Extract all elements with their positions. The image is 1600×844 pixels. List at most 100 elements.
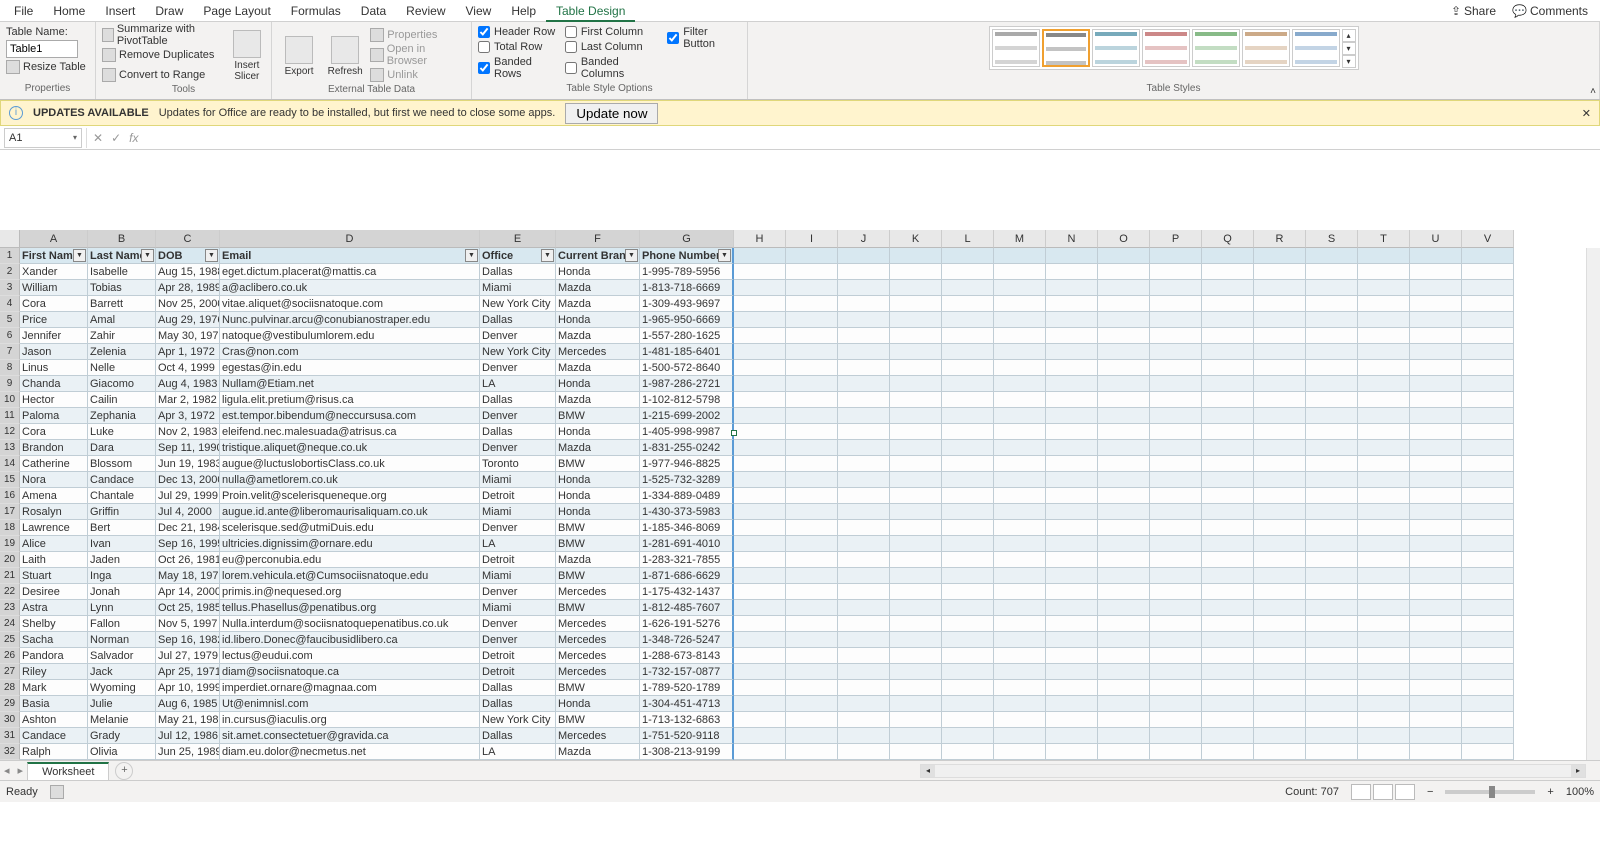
table-cell[interactable]: 1-185-346-8069: [640, 520, 734, 536]
table-cell[interactable]: BMW: [556, 520, 640, 536]
cell[interactable]: [1150, 584, 1202, 600]
cell[interactable]: [1202, 424, 1254, 440]
cell[interactable]: [1098, 424, 1150, 440]
row-header[interactable]: 24: [0, 616, 20, 632]
cell[interactable]: [1462, 440, 1514, 456]
cell[interactable]: [786, 712, 838, 728]
filter-dropdown-button[interactable]: ▼: [625, 249, 638, 262]
cell[interactable]: [734, 744, 786, 760]
cell[interactable]: [1462, 280, 1514, 296]
cell[interactable]: [1150, 392, 1202, 408]
table-cell[interactable]: Honda: [556, 264, 640, 280]
table-cell[interactable]: Detroit: [480, 664, 556, 680]
cell[interactable]: [1306, 616, 1358, 632]
cell[interactable]: [1410, 296, 1462, 312]
cell[interactable]: [786, 456, 838, 472]
table-cell[interactable]: Dallas: [480, 424, 556, 440]
table-cell[interactable]: Chanda: [20, 376, 88, 392]
table-cell[interactable]: Oct 4, 1999: [156, 360, 220, 376]
cell[interactable]: [1150, 648, 1202, 664]
cell[interactable]: [1098, 648, 1150, 664]
cell[interactable]: [1046, 296, 1098, 312]
cell[interactable]: [734, 600, 786, 616]
cell[interactable]: [1150, 664, 1202, 680]
table-cell[interactable]: ligula.elit.pretium@risus.ca: [220, 392, 480, 408]
cell[interactable]: [1254, 328, 1306, 344]
table-style-thumb[interactable]: [992, 29, 1040, 67]
cell[interactable]: [1462, 424, 1514, 440]
cell[interactable]: [1150, 712, 1202, 728]
hscroll-left-button[interactable]: ◂: [921, 765, 935, 777]
cell[interactable]: [734, 712, 786, 728]
cell[interactable]: [1150, 456, 1202, 472]
menu-tab-page-layout[interactable]: Page Layout: [193, 2, 280, 20]
table-cell[interactable]: 1-304-451-4713: [640, 696, 734, 712]
cell[interactable]: [1150, 424, 1202, 440]
cell[interactable]: [1202, 312, 1254, 328]
cell[interactable]: [734, 472, 786, 488]
cell[interactable]: [838, 744, 890, 760]
cell[interactable]: [786, 472, 838, 488]
column-headers[interactable]: ABCDEFGHIJKLMNOPQRSTUV: [20, 230, 1514, 248]
table-cell[interactable]: 1-831-255-0242: [640, 440, 734, 456]
cell[interactable]: [1254, 264, 1306, 280]
cell[interactable]: [1046, 408, 1098, 424]
cell[interactable]: [942, 424, 994, 440]
cell[interactable]: [1410, 696, 1462, 712]
table-cell[interactable]: Mark: [20, 680, 88, 696]
cancel-formula-icon[interactable]: ✕: [93, 131, 103, 145]
cell[interactable]: [734, 696, 786, 712]
cell[interactable]: [1410, 312, 1462, 328]
cell[interactable]: [1046, 696, 1098, 712]
row-header[interactable]: 9: [0, 376, 20, 392]
cell[interactable]: [1462, 360, 1514, 376]
cell[interactable]: [1202, 392, 1254, 408]
row-header[interactable]: 12: [0, 424, 20, 440]
cell[interactable]: [1254, 552, 1306, 568]
column-header[interactable]: Q: [1202, 230, 1254, 248]
cell[interactable]: [1098, 248, 1150, 264]
table-cell[interactable]: LA: [480, 536, 556, 552]
table-cell[interactable]: 1-288-673-8143: [640, 648, 734, 664]
table-cell[interactable]: Mercedes: [556, 664, 640, 680]
cell[interactable]: [942, 296, 994, 312]
cell[interactable]: [1150, 472, 1202, 488]
cell[interactable]: [838, 280, 890, 296]
cell[interactable]: [1410, 536, 1462, 552]
cell[interactable]: [890, 344, 942, 360]
table-cell[interactable]: Desiree: [20, 584, 88, 600]
cell[interactable]: [786, 488, 838, 504]
cell[interactable]: [1358, 344, 1410, 360]
cell[interactable]: [1150, 264, 1202, 280]
cell[interactable]: [1254, 248, 1306, 264]
table-cell[interactable]: Lynn: [88, 600, 156, 616]
cell[interactable]: [1046, 504, 1098, 520]
cell[interactable]: [1202, 536, 1254, 552]
cell[interactable]: [1306, 744, 1358, 760]
row-header[interactable]: 19: [0, 536, 20, 552]
update-now-button[interactable]: Update now: [565, 103, 658, 124]
cell[interactable]: [1410, 728, 1462, 744]
cell[interactable]: [1306, 552, 1358, 568]
cell[interactable]: [890, 392, 942, 408]
sheet-nav-prev[interactable]: ◂: [0, 764, 14, 777]
column-header[interactable]: I: [786, 230, 838, 248]
refresh-button[interactable]: Refresh: [324, 26, 366, 84]
cell[interactable]: [1046, 520, 1098, 536]
cell[interactable]: [942, 360, 994, 376]
cell[interactable]: [1306, 296, 1358, 312]
cell[interactable]: [1254, 408, 1306, 424]
cell[interactable]: [786, 648, 838, 664]
cell[interactable]: [1358, 696, 1410, 712]
table-cell[interactable]: Grady: [88, 728, 156, 744]
table-cell[interactable]: Dallas: [480, 728, 556, 744]
cell[interactable]: [1046, 712, 1098, 728]
table-cell[interactable]: Sacha: [20, 632, 88, 648]
cell[interactable]: [1358, 280, 1410, 296]
table-cell[interactable]: Dallas: [480, 264, 556, 280]
cell[interactable]: [994, 296, 1046, 312]
table-cell[interactable]: ultricies.dignissim@ornare.edu: [220, 536, 480, 552]
table-cell[interactable]: 1-995-789-5956: [640, 264, 734, 280]
table-cell[interactable]: Nullam@Etiam.net: [220, 376, 480, 392]
cell[interactable]: [1202, 504, 1254, 520]
